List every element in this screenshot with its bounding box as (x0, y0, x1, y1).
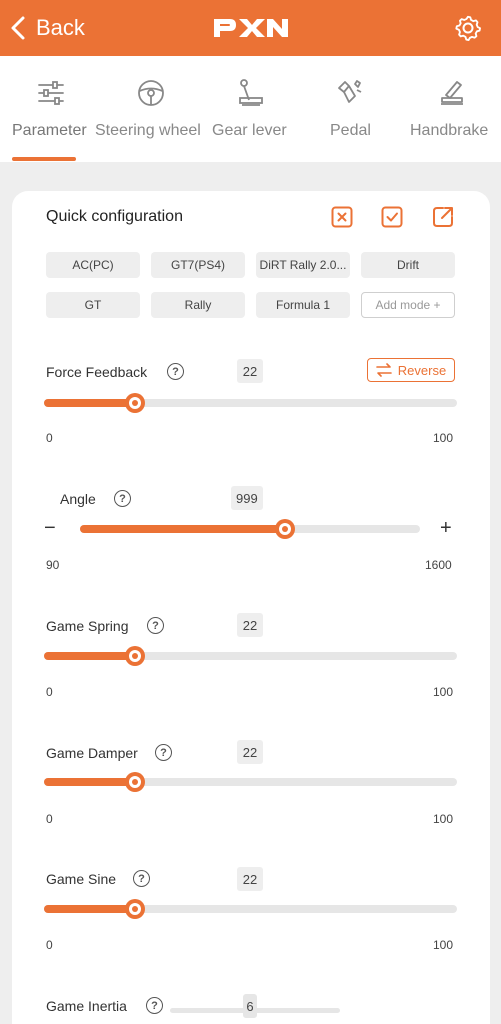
quick-configuration-title: Quick configuration (46, 208, 183, 225)
mode-button[interactable]: Drift (361, 252, 455, 278)
increase-angle-button[interactable]: + (440, 518, 452, 538)
game-sine-value: 22 (237, 867, 263, 891)
slider-min-label: 0 (46, 685, 53, 699)
slider-fill (44, 905, 135, 913)
active-tab-indicator (12, 157, 76, 161)
slider-max-label: 100 (433, 938, 454, 952)
slider-fill (44, 652, 135, 660)
mode-button[interactable]: AC(PC) (46, 252, 140, 278)
back-label: Back (36, 15, 85, 40)
tab-label: Gear lever (212, 122, 287, 139)
slider-min-label: 0 (46, 431, 53, 445)
game-damper-label: Game Damper (46, 745, 138, 761)
slider-thumb[interactable] (124, 646, 145, 666)
mode-button[interactable]: DiRT Rally 2.0... (256, 252, 350, 278)
help-icon[interactable]: ? (146, 997, 163, 1014)
game-sine-slider[interactable] (44, 899, 457, 919)
force-feedback-label: Force Feedback (46, 364, 148, 380)
help-icon[interactable]: ? (133, 870, 150, 887)
slider-min-label: 0 (46, 938, 53, 952)
slider-fill (44, 778, 135, 786)
game-inertia-value: 6 (243, 994, 257, 1018)
confirm-icon[interactable] (381, 206, 403, 228)
add-mode-button[interactable]: Add mode + (361, 292, 455, 318)
mode-button[interactable]: GT7(PS4) (151, 252, 245, 278)
app-header: Back (0, 0, 501, 56)
tab-label: Parameter (12, 122, 87, 139)
slider-fill (44, 399, 135, 407)
help-icon[interactable]: ? (155, 744, 172, 761)
delete-icon[interactable] (331, 206, 353, 228)
game-damper-slider[interactable] (44, 772, 457, 792)
gear-lever-icon (239, 79, 263, 106)
decrease-angle-button[interactable]: − (44, 518, 56, 538)
slider-min-label: 90 (46, 558, 60, 572)
force-feedback-value: 22 (237, 359, 263, 383)
pedal-icon (338, 80, 362, 103)
slider-max-label: 100 (433, 812, 454, 826)
tab-gear-lever[interactable]: Gear lever (210, 56, 305, 162)
angle-value: 999 (231, 486, 263, 510)
category-tabs: Parameter Steering wheel Gear lever Peda… (0, 56, 501, 162)
mode-button[interactable]: Formula 1 (256, 292, 350, 318)
help-icon[interactable]: ? (147, 617, 164, 634)
mode-button[interactable]: Rally (151, 292, 245, 318)
pxn-logo (214, 19, 288, 37)
slider-max-label: 100 (433, 431, 454, 445)
back-button[interactable]: Back (10, 13, 85, 43)
game-spring-slider[interactable] (44, 646, 457, 666)
mode-button[interactable]: GT (46, 292, 140, 318)
slider-min-label: 0 (46, 812, 53, 826)
settings-gear-icon[interactable] (454, 14, 482, 42)
slider-max-label: 100 (433, 685, 454, 699)
angle-slider[interactable] (80, 519, 420, 539)
game-damper-value: 22 (237, 740, 263, 764)
tab-label: Handbrake (410, 122, 489, 139)
angle-label: Angle (60, 491, 96, 507)
slider-thumb[interactable] (124, 899, 145, 919)
game-inertia-label: Game Inertia (46, 998, 127, 1014)
chevron-left-icon (11, 16, 25, 40)
help-icon[interactable]: ? (114, 490, 131, 507)
reverse-label: Reverse (397, 362, 447, 378)
slider-thumb[interactable] (274, 519, 295, 539)
reverse-button[interactable]: Reverse (367, 358, 455, 382)
tab-pedal[interactable]: Pedal (320, 56, 380, 162)
help-icon[interactable]: ? (167, 363, 184, 380)
handbrake-icon (441, 81, 463, 105)
export-icon[interactable] (432, 206, 454, 228)
game-sine-label: Game Sine (46, 871, 117, 887)
tab-handbrake[interactable]: Handbrake (405, 56, 501, 162)
tab-label: Pedal (330, 122, 371, 139)
steering-wheel-icon (138, 80, 164, 106)
tab-parameter[interactable]: Parameter (0, 56, 90, 162)
swap-arrows-icon (375, 363, 392, 377)
slider-thumb[interactable] (124, 772, 145, 792)
slider-thumb[interactable] (124, 393, 145, 413)
tab-steering-wheel[interactable]: Steering wheel (93, 56, 208, 162)
game-spring-value: 22 (237, 613, 263, 637)
force-feedback-slider[interactable] (44, 393, 457, 413)
tab-label: Steering wheel (95, 122, 201, 139)
game-spring-label: Game Spring (46, 618, 129, 634)
sliders-icon (38, 81, 64, 105)
slider-max-label: 1600 (425, 558, 452, 572)
slider-fill (80, 525, 285, 533)
